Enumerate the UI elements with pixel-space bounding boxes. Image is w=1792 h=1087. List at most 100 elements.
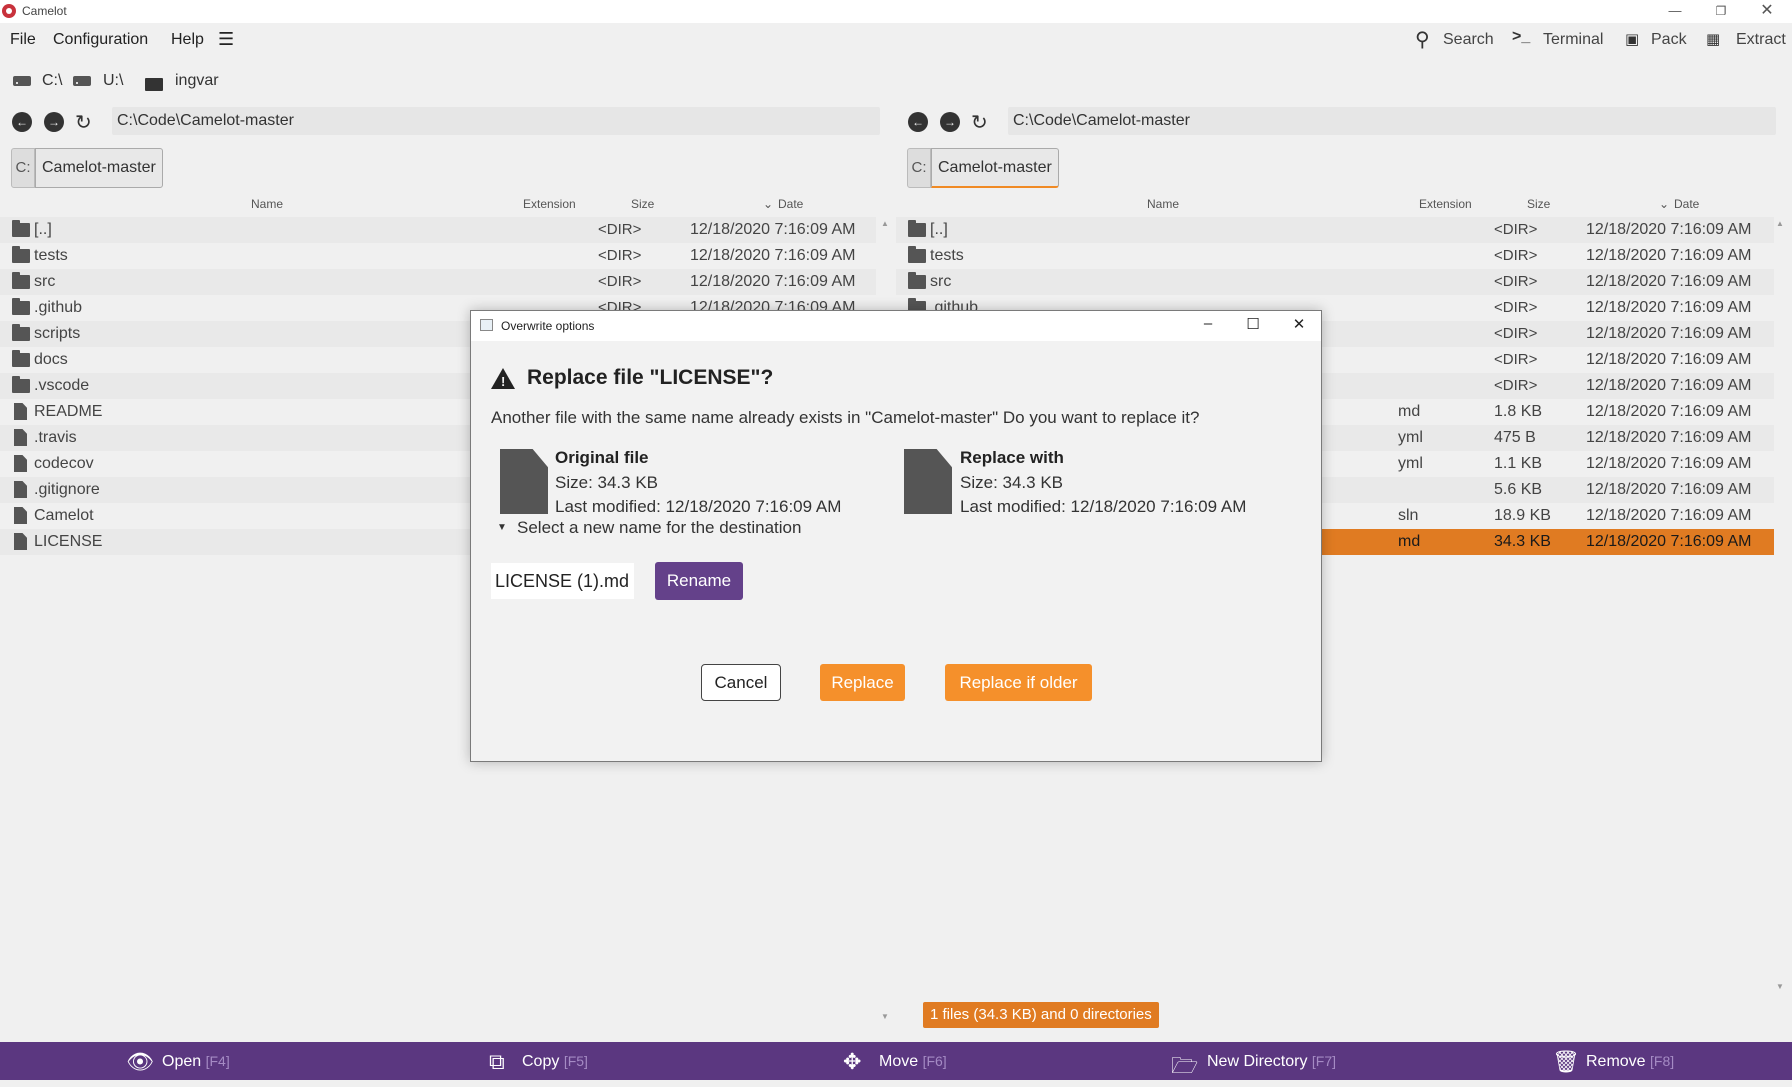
- extract-button[interactable]: Extract: [1736, 31, 1786, 49]
- right-tab-drive[interactable]: C:: [907, 148, 931, 188]
- drive-c[interactable]: C:\: [42, 72, 62, 90]
- table-row[interactable]: [..] <DIR> 12/18/2020 7:16:09 AM: [896, 217, 1774, 243]
- dialog-close-icon[interactable]: ✕: [1284, 315, 1314, 333]
- cell-size: <DIR>: [1494, 351, 1538, 368]
- column-extension[interactable]: Extension: [523, 197, 576, 211]
- copy-button[interactable]: Copy [F5]: [522, 1053, 588, 1071]
- drive-home[interactable]: ingvar: [175, 72, 219, 90]
- cell-date: 12/18/2020 7:16:09 AM: [1586, 533, 1752, 550]
- column-name[interactable]: Name: [1147, 197, 1179, 211]
- dialog-maximize-icon[interactable]: ☐: [1238, 315, 1268, 333]
- list-icon[interactable]: ☰: [218, 29, 234, 50]
- new-folder-icon[interactable]: 🗁: [1171, 1049, 1198, 1087]
- move-label: Move: [879, 1053, 919, 1070]
- drive-u[interactable]: U:\: [103, 72, 123, 90]
- dialog-minimize-icon[interactable]: –: [1193, 315, 1223, 332]
- search-button[interactable]: Search: [1443, 31, 1494, 49]
- column-size[interactable]: Size: [1527, 197, 1550, 211]
- terminal-icon[interactable]: >_: [1512, 28, 1530, 46]
- cell-ext: md: [1398, 403, 1421, 420]
- left-path-bar[interactable]: C:\Code\Camelot-master: [112, 107, 880, 135]
- rename-expander[interactable]: Select a new name for the destination: [517, 518, 801, 538]
- left-tab[interactable]: Camelot-master: [35, 148, 163, 188]
- scroll-down-icon[interactable]: ▼: [881, 1012, 889, 1021]
- open-shortcut: [F4]: [205, 1053, 230, 1069]
- eye-icon[interactable]: 👁: [126, 1049, 154, 1075]
- right-path-bar[interactable]: C:\Code\Camelot-master: [1008, 107, 1776, 135]
- refresh-icon[interactable]: ↻: [971, 110, 988, 135]
- table-row[interactable]: md 34.3 KB 12/18/2020 7:16:09 AM: [1322, 529, 1774, 555]
- expander-chevron-icon[interactable]: ▼: [497, 522, 507, 533]
- menu-file[interactable]: File: [10, 31, 36, 49]
- pack-button[interactable]: Pack: [1651, 31, 1687, 49]
- search-icon[interactable]: ⚲: [1415, 27, 1430, 52]
- restore-icon[interactable]: ❐: [1698, 0, 1744, 23]
- file-icon: [14, 481, 27, 498]
- scroll-down-icon[interactable]: ▼: [1776, 982, 1784, 991]
- cell-name: LICENSE: [34, 533, 103, 550]
- forward-icon[interactable]: →: [940, 112, 960, 132]
- original-file-modified: Last modified: 12/18/2020 7:16:09 AM: [555, 497, 842, 516]
- table-row[interactable]: src <DIR> 12/18/2020 7:16:09 AM: [896, 269, 1774, 295]
- column-size[interactable]: Size: [631, 197, 654, 211]
- replace-with-size: Size: 34.3 KB: [960, 473, 1064, 492]
- cell-size: <DIR>: [598, 273, 642, 290]
- folder-icon: [12, 350, 30, 367]
- column-name[interactable]: Name: [251, 197, 283, 211]
- file-icon: [14, 403, 27, 420]
- forward-icon[interactable]: →: [44, 112, 64, 132]
- pack-icon[interactable]: ▣: [1625, 30, 1639, 48]
- replace-button[interactable]: Replace: [820, 664, 905, 701]
- column-date[interactable]: Date: [1674, 197, 1699, 211]
- title-bar: [0, 0, 1792, 23]
- table-row[interactable]: src <DIR> 12/18/2020 7:16:09 AM: [0, 269, 876, 295]
- move-button[interactable]: Move [F6]: [879, 1053, 947, 1071]
- cell-date: 12/18/2020 7:16:09 AM: [1586, 247, 1752, 264]
- app-logo-icon: [2, 4, 16, 18]
- open-button[interactable]: Open [F4]: [162, 1053, 230, 1071]
- new-directory-button[interactable]: New Directory [F7]: [1207, 1053, 1336, 1071]
- close-icon[interactable]: ✕: [1744, 0, 1790, 23]
- cell-date: 12/18/2020 7:16:09 AM: [1586, 377, 1752, 394]
- trash-icon[interactable]: 🗑: [1552, 1049, 1580, 1075]
- column-date[interactable]: Date: [778, 197, 803, 211]
- cell-name: src: [930, 273, 952, 290]
- cell-size: 18.9 KB: [1494, 507, 1551, 524]
- back-icon[interactable]: ←: [908, 112, 928, 132]
- scroll-up-icon[interactable]: ▲: [1776, 219, 1784, 228]
- new-name-input[interactable]: [491, 563, 634, 599]
- cancel-button[interactable]: Cancel: [701, 664, 781, 701]
- left-tab-drive[interactable]: C:: [11, 148, 35, 188]
- back-icon[interactable]: ←: [12, 112, 32, 132]
- right-tab[interactable]: Camelot-master: [931, 148, 1059, 188]
- cell-date: 12/18/2020 7:16:09 AM: [1586, 299, 1752, 316]
- scroll-up-icon[interactable]: ▲: [881, 219, 889, 228]
- table-row[interactable]: [..] <DIR> 12/18/2020 7:16:09 AM: [0, 217, 876, 243]
- move-icon[interactable]: ✥: [843, 1049, 861, 1075]
- drive-icon: [13, 76, 31, 86]
- cell-name: .gitignore: [34, 481, 100, 498]
- minimize-icon[interactable]: —: [1652, 0, 1698, 23]
- extract-icon[interactable]: ▦: [1706, 30, 1720, 48]
- refresh-icon[interactable]: ↻: [75, 110, 92, 135]
- cell-date: 12/18/2020 7:16:09 AM: [1586, 481, 1752, 498]
- file-icon: [904, 449, 952, 514]
- new-directory-label: New Directory: [1207, 1053, 1308, 1070]
- copy-icon[interactable]: ⧉: [489, 1049, 505, 1075]
- folder-icon: [908, 220, 926, 237]
- remove-button[interactable]: Remove [F8]: [1586, 1053, 1674, 1071]
- drive-icon: [73, 76, 91, 86]
- cell-ext: yml: [1398, 455, 1423, 472]
- rename-button[interactable]: Rename: [655, 562, 743, 600]
- menu-configuration[interactable]: Configuration: [53, 31, 148, 49]
- folder-icon: [12, 376, 30, 393]
- terminal-button[interactable]: Terminal: [1543, 31, 1603, 49]
- copy-shortcut: [F5]: [563, 1053, 588, 1069]
- column-extension[interactable]: Extension: [1419, 197, 1472, 211]
- menu-help[interactable]: Help: [171, 31, 204, 49]
- replace-if-older-button[interactable]: Replace if older: [945, 664, 1092, 701]
- table-row[interactable]: tests <DIR> 12/18/2020 7:16:09 AM: [0, 243, 876, 269]
- table-row[interactable]: tests <DIR> 12/18/2020 7:16:09 AM: [896, 243, 1774, 269]
- dialog-message: Another file with the same name already …: [491, 408, 1200, 427]
- warning-icon: !: [491, 368, 515, 389]
